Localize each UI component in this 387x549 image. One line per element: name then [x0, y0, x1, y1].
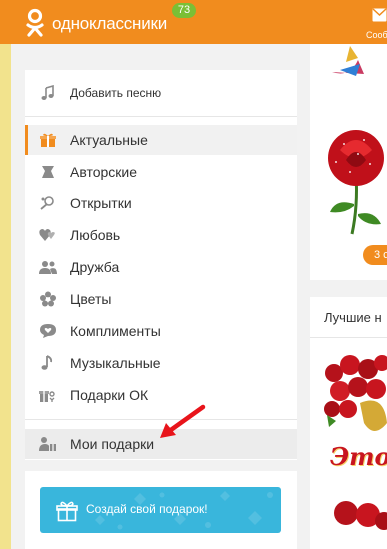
gift-showcase-card: 3 с	[310, 44, 387, 280]
hearts-icon	[39, 229, 55, 241]
ok-logo-icon[interactable]	[22, 8, 48, 38]
messages-icon[interactable]	[372, 8, 387, 22]
category-label: Дружба	[70, 259, 120, 275]
gift-image-red-rose[interactable]	[326, 114, 387, 238]
create-gift-label: Создай свой подарок!	[86, 502, 208, 516]
divider	[310, 337, 387, 338]
card-script-text: Это	[330, 442, 387, 471]
gift-image-top[interactable]	[310, 44, 387, 84]
category-item-music[interactable]: Музыкальные	[25, 348, 297, 378]
category-label: Любовь	[70, 227, 121, 243]
logo-text[interactable]: одноклассники	[52, 14, 167, 34]
category-label: Комплименты	[70, 323, 161, 339]
category-label: Цветы	[70, 291, 112, 307]
messages-label[interactable]: Сооб	[366, 30, 387, 40]
category-item-author[interactable]: Авторские	[25, 157, 297, 187]
author-icon	[42, 166, 54, 178]
category-label: Авторские	[70, 164, 138, 180]
speech-heart-icon	[40, 324, 56, 338]
notification-badge: 73	[172, 3, 196, 18]
music-note-icon	[41, 355, 53, 370]
gift-count-pill[interactable]: 3 с	[363, 245, 387, 265]
category-label: Подарки ОК	[70, 387, 149, 403]
postcard-icon	[40, 196, 54, 210]
annotation-arrow-icon	[160, 404, 206, 438]
category-label: Музыкальные	[70, 355, 161, 371]
category-item-love[interactable]: Любовь	[25, 220, 297, 250]
top-bar: одноклассники 73 Сооб	[0, 0, 387, 44]
create-gift-card: Создай свой подарок!	[25, 471, 297, 549]
category-label: Открытки	[70, 195, 132, 211]
friends-icon	[39, 261, 57, 274]
create-gift-button[interactable]: Создай свой подарок!	[40, 487, 281, 533]
category-item-flowers[interactable]: Цветы	[25, 284, 297, 314]
user-gift-icon	[39, 437, 56, 451]
category-item-postcards[interactable]: Открытки	[25, 188, 297, 218]
ok-gift-icon	[39, 391, 55, 402]
divider	[25, 116, 297, 117]
add-song-item[interactable]: Добавить песню	[25, 78, 297, 108]
category-label: Актуальные	[70, 132, 148, 148]
category-item-compliments[interactable]: Комплименты	[25, 316, 297, 346]
gift-icon	[56, 501, 78, 522]
add-song-label: Добавить песню	[70, 86, 162, 100]
my-gifts-label: Мои подарки	[70, 436, 155, 452]
left-stripe	[0, 44, 11, 549]
flower-icon	[40, 291, 56, 307]
category-item-actual[interactable]: Актуальные	[25, 125, 297, 155]
best-gifts-title: Лучшие н	[324, 310, 382, 325]
music-note-icon	[41, 85, 54, 100]
gift-icon	[40, 133, 56, 147]
best-gifts-card: Лучшие н Это	[310, 297, 387, 549]
category-item-friendship[interactable]: Дружба	[25, 252, 297, 282]
